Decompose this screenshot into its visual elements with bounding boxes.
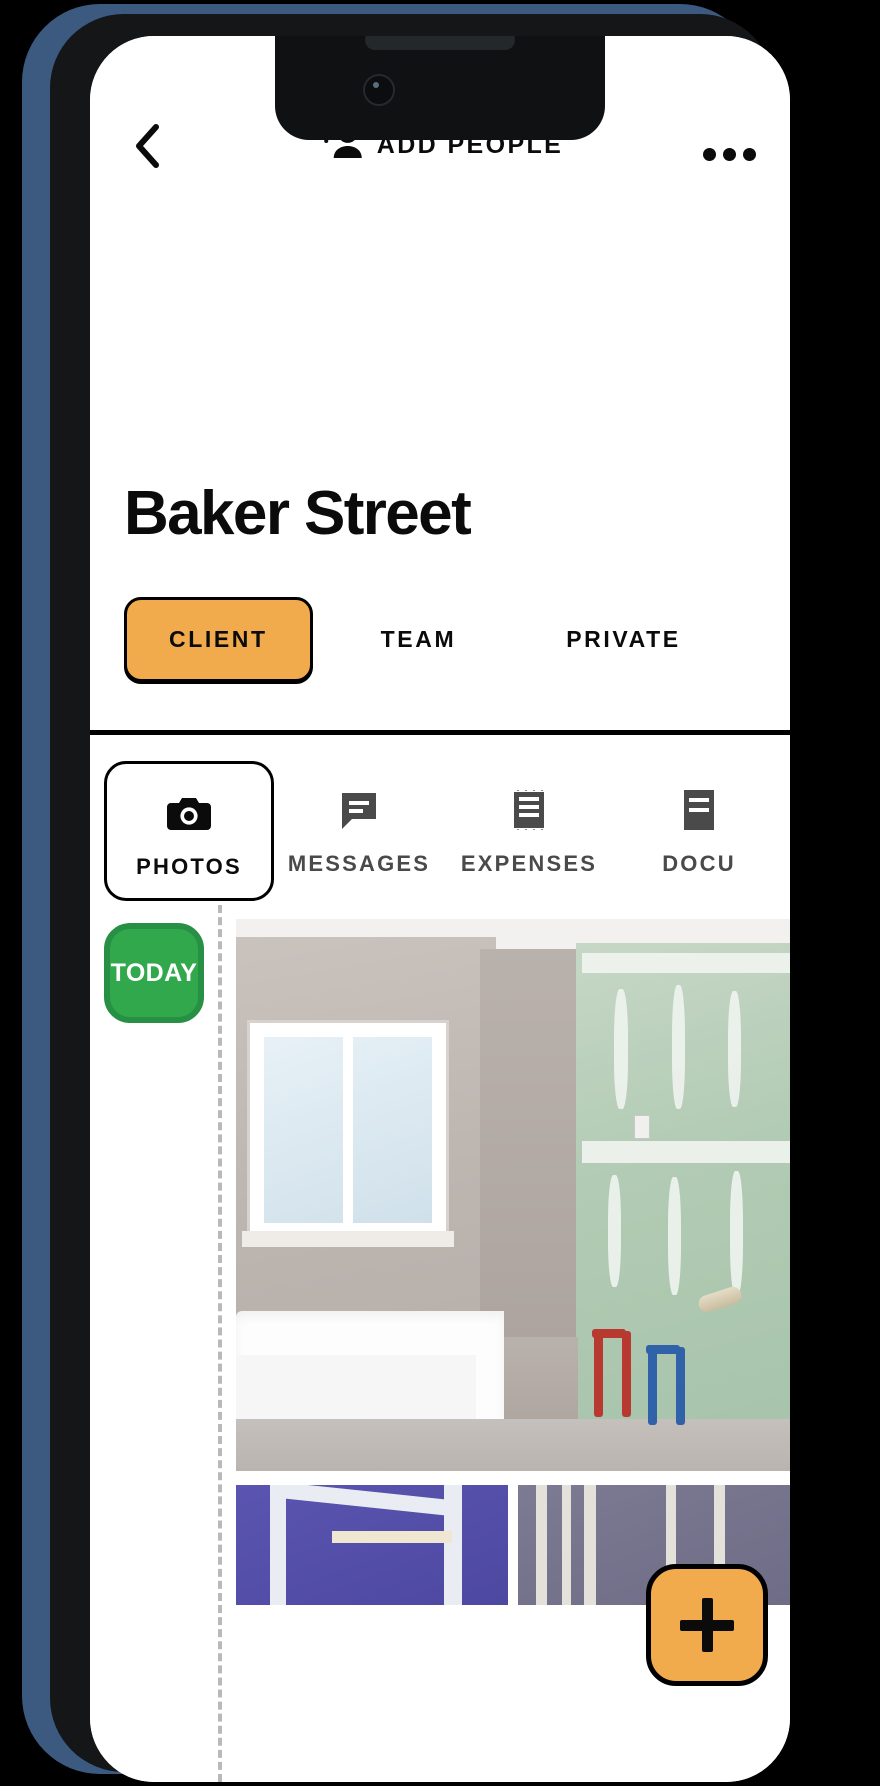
more-options-button[interactable] [703, 148, 756, 161]
audience-tab-bar: CLIENT TEAM PRIVATE [90, 597, 790, 682]
photo-scene [236, 919, 790, 1471]
tab-messages-label: MESSAGES [287, 851, 431, 876]
tab-private[interactable]: PRIVATE [566, 600, 680, 679]
add-photo-button[interactable] [646, 1564, 768, 1686]
thumbnail-photo[interactable] [236, 1485, 508, 1605]
tab-documents-label: DOCU [662, 851, 736, 876]
timeline-dashed-line [218, 905, 222, 1782]
chevron-left-icon [134, 124, 160, 168]
tab-photos[interactable]: PHOTOS [104, 761, 274, 901]
back-button[interactable] [124, 123, 170, 169]
hero-photo[interactable] [236, 919, 790, 1471]
chat-icon [339, 787, 379, 833]
overflow-menu-icon [723, 148, 736, 161]
tab-photos-label: PHOTOS [136, 854, 242, 879]
phone-frame-outer: ADD PEOPLE Baker Street CLIENT TEAM PRIV… [22, 4, 790, 1782]
window [250, 1023, 446, 1237]
phone-notch [275, 36, 605, 140]
tab-expenses[interactable]: EXPENSES [444, 761, 614, 905]
tab-expenses-label: EXPENSES [460, 851, 598, 876]
tab-documents[interactable]: DOCU [614, 761, 784, 905]
document-icon [682, 787, 716, 833]
tab-team[interactable]: TEAM [381, 600, 457, 679]
phone-frame-band: ADD PEOPLE Baker Street CLIENT TEAM PRIV… [50, 14, 790, 1782]
tab-messages[interactable]: MESSAGES [274, 761, 444, 905]
photo-feed[interactable]: TODAY [90, 905, 790, 1782]
date-badge-today: TODAY [104, 923, 204, 1023]
screenshot-root: ADD PEOPLE Baker Street CLIENT TEAM PRIV… [0, 0, 880, 1786]
overflow-menu-icon [703, 148, 716, 161]
earpiece-speaker [365, 36, 515, 50]
phone-screen: ADD PEOPLE Baker Street CLIENT TEAM PRIV… [90, 36, 790, 1782]
app-content: ADD PEOPLE Baker Street CLIENT TEAM PRIV… [90, 36, 790, 1782]
page-title: Baker Street [124, 479, 472, 548]
receipt-icon [512, 787, 546, 833]
plus-icon [680, 1598, 734, 1652]
tab-client[interactable]: CLIENT [124, 597, 313, 682]
overflow-menu-icon [743, 148, 756, 161]
camera-icon [167, 790, 211, 836]
front-camera-icon [363, 74, 395, 106]
date-badge-label: TODAY [110, 958, 198, 987]
project-header: Baker Street [90, 191, 790, 545]
section-tab-bar: PHOTOS MESSAGES EXPENSES DOCU [90, 735, 790, 905]
